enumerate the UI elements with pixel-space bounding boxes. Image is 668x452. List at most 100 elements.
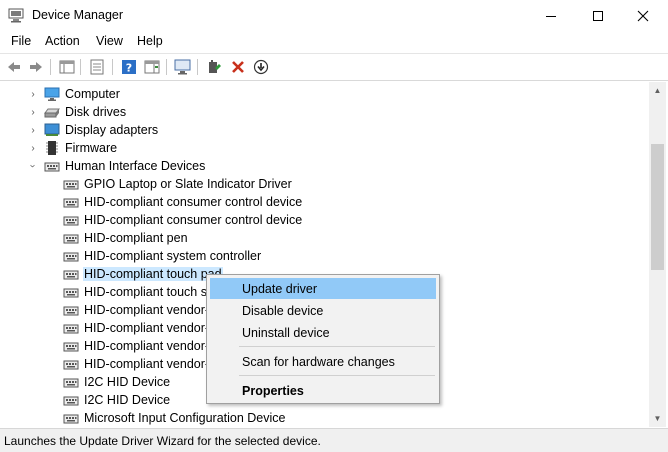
tree-category-label: Display adapters (65, 123, 159, 137)
chevron-right-icon[interactable]: › (28, 124, 38, 136)
back-arrow-icon (8, 62, 20, 72)
tree-device-item[interactable]: Microsoft Input Configuration Device (0, 409, 640, 427)
context-item-label: Scan for hardware changes (242, 355, 395, 369)
status-text: Launches the Update Driver Wizard for th… (4, 434, 321, 448)
menu-bar: File Action View Help (0, 31, 668, 53)
vertical-scrollbar[interactable]: ▲ ▼ (649, 82, 666, 427)
menu-action[interactable]: Action (45, 34, 80, 48)
hid-device-icon (63, 360, 79, 370)
menu-help[interactable]: Help (137, 34, 163, 48)
context-separator (239, 375, 435, 376)
tree-category-computer[interactable]: › Computer (0, 85, 640, 103)
show-hide-console-tree-button[interactable] (58, 58, 76, 76)
back-button[interactable] (5, 58, 23, 76)
hid-device-icon (63, 288, 79, 298)
context-item-label: Disable device (242, 304, 324, 318)
properties-button[interactable] (88, 58, 106, 76)
context-properties[interactable]: Properties (210, 380, 436, 401)
forward-button[interactable] (27, 58, 45, 76)
chevron-down-icon[interactable]: › (27, 161, 39, 171)
tree-device-label: HID-compliant consumer control device (84, 213, 303, 227)
toolbar-separator (50, 59, 51, 75)
action-pane-icon (144, 60, 160, 74)
tree-category-label: Disk drives (65, 105, 127, 119)
tree-device-item[interactable]: HID-compliant consumer control device (0, 211, 640, 229)
toolbar-separator (197, 59, 198, 75)
tree-device-item[interactable]: GPIO Laptop or Slate Indicator Driver (0, 175, 640, 193)
chevron-right-icon[interactable]: › (28, 142, 38, 154)
uninstall-x-icon (232, 61, 244, 73)
show-hide-console-tree-icon (59, 60, 75, 74)
scroll-down-button[interactable]: ▼ (649, 410, 666, 427)
triangle-up-icon: ▲ (653, 86, 662, 95)
action-pane-button[interactable] (143, 58, 161, 76)
context-update-driver[interactable]: Update driver (210, 278, 436, 299)
hid-device-icon (63, 180, 79, 190)
close-button[interactable] (620, 0, 666, 31)
hid-device-icon (63, 414, 79, 424)
chevron-right-icon[interactable]: › (28, 106, 38, 118)
tree-category-human-interface-devices[interactable]: › Human Interface Devices (0, 157, 640, 175)
minimize-icon (546, 15, 556, 17)
maximize-icon (593, 10, 603, 21)
close-icon (637, 10, 649, 21)
window-title: Device Manager (32, 8, 124, 22)
status-bar: Launches the Update Driver Wizard for th… (0, 428, 668, 452)
scan-monitor-button[interactable] (174, 58, 192, 76)
scrollbar-thumb[interactable] (651, 144, 664, 270)
monitor-icon (174, 59, 191, 75)
tree-device-label: HID-compliant system controller (84, 249, 262, 263)
update-driver-toolbar-button[interactable] (205, 58, 223, 76)
tree-category-disk-drives[interactable]: › Disk drives (0, 103, 640, 121)
hid-device-icon (63, 378, 79, 388)
tree-device-label: HID-compliant touch pad (83, 267, 223, 281)
chevron-right-icon[interactable]: › (28, 88, 38, 100)
disk-drive-icon (44, 108, 60, 118)
hid-icon (44, 162, 60, 172)
firmware-chip-icon (46, 141, 58, 155)
context-separator (239, 346, 435, 347)
tree-device-label: I2C HID Device (84, 393, 171, 407)
help-button[interactable]: ? (120, 58, 138, 76)
tree-category-label: Computer (65, 87, 120, 101)
tree-device-item[interactable]: HID-compliant system controller (0, 247, 640, 265)
tree-device-item[interactable]: HID-compliant pen (0, 229, 640, 247)
download-arrow-icon (253, 59, 269, 75)
context-scan-hardware[interactable]: Scan for hardware changes (210, 351, 436, 372)
tree-category-display-adapters[interactable]: › Display adapters (0, 121, 640, 139)
title-bar: Device Manager (0, 0, 668, 31)
tree-category-firmware[interactable]: › Firmware (0, 139, 640, 157)
context-disable-device[interactable]: Disable device (210, 300, 436, 321)
context-item-label: Update driver (242, 282, 318, 296)
menu-view[interactable]: View (96, 34, 123, 48)
tree-device-label: Microsoft Input Configuration Device (84, 411, 286, 425)
context-uninstall-device[interactable]: Uninstall device (210, 322, 436, 343)
minimize-button[interactable] (528, 0, 574, 31)
toolbar-separator (166, 59, 167, 75)
context-item-label: Properties (242, 384, 304, 398)
hid-device-icon (63, 342, 79, 352)
enable-device-toolbar-button[interactable] (252, 58, 270, 76)
hid-device-icon (63, 306, 79, 316)
device-manager-icon (8, 8, 24, 23)
hid-device-icon (63, 216, 79, 226)
context-item-label: Uninstall device (242, 326, 330, 340)
tree-device-label: GPIO Laptop or Slate Indicator Driver (84, 177, 292, 191)
uninstall-toolbar-button[interactable] (229, 58, 247, 76)
toolbar: ? (0, 53, 668, 81)
update-driver-icon (209, 60, 221, 73)
hid-device-icon (63, 270, 79, 280)
hid-device-icon (63, 198, 79, 208)
scroll-up-button[interactable]: ▲ (649, 82, 666, 99)
toolbar-separator (80, 59, 81, 75)
tree-device-item[interactable]: HID-compliant consumer control device (0, 193, 640, 211)
tree-category-label: Human Interface Devices (65, 159, 206, 173)
help-icon: ? (122, 60, 136, 75)
maximize-button[interactable] (575, 0, 621, 31)
hid-device-icon (63, 324, 79, 334)
tree-device-label: HID-compliant touch sc (84, 285, 214, 299)
menu-file[interactable]: File (11, 34, 31, 48)
svg-text:?: ? (126, 62, 132, 75)
context-menu: Update driver Disable device Uninstall d… (206, 274, 440, 404)
tree-device-label: HID-compliant vendor- (84, 339, 210, 353)
